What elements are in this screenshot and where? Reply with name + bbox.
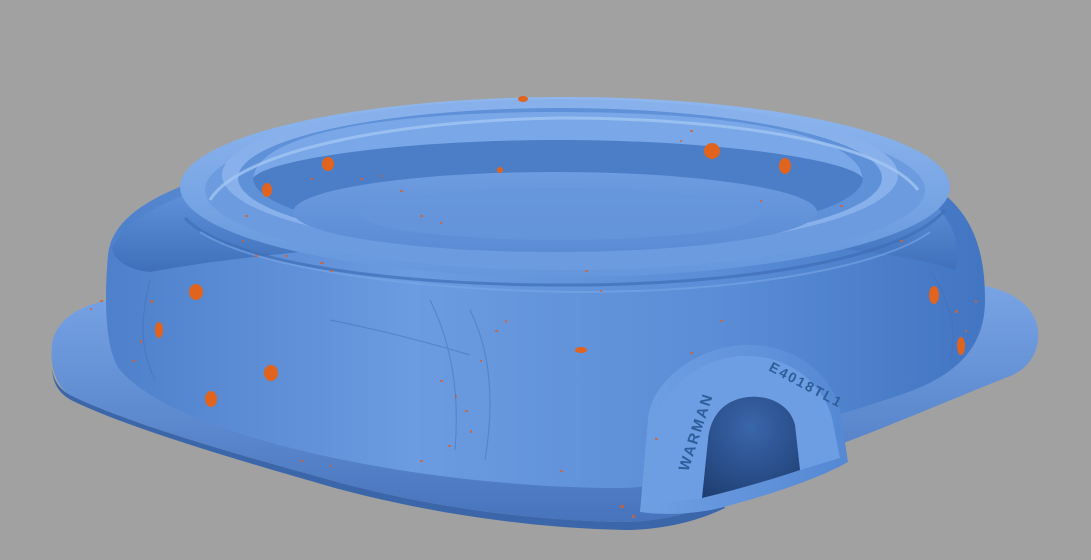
deviation-dot <box>262 183 272 197</box>
deviation-dot <box>264 365 278 381</box>
deviation-dot <box>322 157 334 171</box>
deviation-dot <box>957 337 965 355</box>
deviation-dot <box>497 167 503 173</box>
deviation-dot <box>155 322 163 338</box>
deviation-dot <box>704 143 720 159</box>
deviation-dot <box>779 158 791 174</box>
deviation-dot <box>205 391 217 407</box>
3d-scan-viewport[interactable]: WARMAN E4018TL1 <box>0 0 1091 560</box>
deviation-dot <box>575 347 587 353</box>
deviation-dot <box>929 286 939 304</box>
scanned-pump-casing-model[interactable]: WARMAN E4018TL1 <box>0 0 1091 560</box>
deviation-dot <box>189 284 203 300</box>
bore-floor-center <box>360 188 760 240</box>
deviation-dot <box>518 96 528 102</box>
